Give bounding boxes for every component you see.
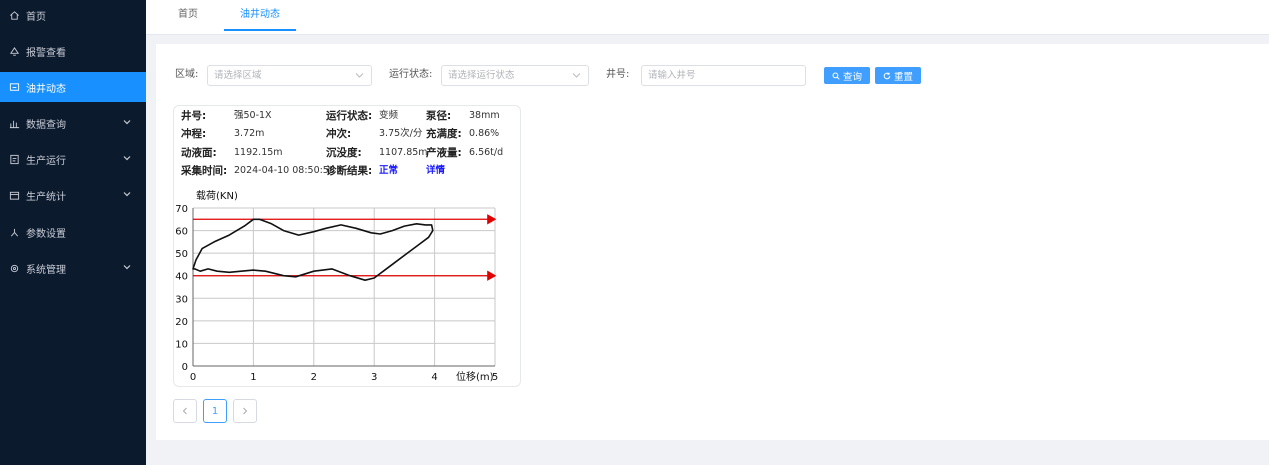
sidebar-item-label: 数据查询: [26, 119, 66, 131]
region-label: 区域:: [175, 69, 199, 80]
tab-home[interactable]: 首页: [167, 0, 209, 35]
dynamometer-curve: [192, 218, 434, 281]
chevron-right-icon: [243, 407, 248, 415]
query-button[interactable]: 查询: [824, 67, 870, 84]
status-select[interactable]: 请选择运行状态: [441, 65, 589, 86]
sidebar-item-data-query[interactable]: 数据查询: [0, 108, 146, 138]
stats-icon: [8, 189, 20, 201]
sidebar-item-home[interactable]: 首页: [0, 0, 146, 30]
sidebar-item-label: 首页: [26, 11, 46, 23]
y-tick-label: 10: [175, 339, 188, 350]
spm-value: 3.75次/分: [379, 128, 423, 139]
sidebar-item-production-run[interactable]: 生产运行: [0, 144, 146, 174]
y-tick-label: 70: [175, 204, 188, 215]
y-tick-label: 40: [175, 272, 188, 283]
y-axis-title: 载荷(KN): [196, 190, 238, 202]
sliders-icon: [8, 226, 20, 238]
y-tick-label: 0: [182, 362, 188, 373]
output-value: 6.56t/d: [469, 147, 504, 158]
reset-button[interactable]: 重置: [875, 67, 921, 84]
prev-page-button[interactable]: [173, 399, 197, 423]
query-button-label: 查询: [842, 71, 862, 83]
sidebar: 首页 报警查看 油井动态 数据查询 生产运行 生产统计 参数设置 系统管理: [0, 0, 146, 465]
collect-time-value: 2024-04-10 08:50:58: [234, 165, 335, 176]
dyn-level-value: 1192.15m: [234, 147, 283, 158]
chevron-down-icon: [355, 73, 364, 78]
dynamometer-chart: 0102030405060700 1 2 3 4 5载荷(KN)位移(m): [175, 190, 498, 383]
monitor-icon: [8, 81, 20, 93]
tab-well-dynamics[interactable]: 油井动态: [224, 0, 296, 35]
output-label: 产液量:: [426, 147, 462, 159]
x-tick-label: 1: [250, 372, 256, 383]
document-icon: [8, 153, 20, 165]
status-label: 运行状态:: [389, 69, 433, 80]
y-tick-label: 30: [175, 294, 188, 305]
diagnosis-value: 正常: [379, 165, 399, 176]
sidebar-item-label: 系统管理: [26, 264, 66, 276]
x-tick-label: 4: [431, 372, 437, 383]
x-axis-title: 位移(m): [456, 370, 494, 383]
run-status-value: 变频: [379, 110, 399, 121]
alarm-icon: [8, 45, 20, 57]
x-tick-label: 0: [190, 372, 196, 383]
region-placeholder: 请选择区域: [214, 70, 262, 81]
chevron-down-icon: [123, 265, 131, 270]
home-icon: [8, 9, 20, 21]
pump-dia-value: 38mm: [469, 110, 500, 121]
sidebar-item-alarm[interactable]: 报警查看: [0, 36, 146, 66]
dyn-level-label: 动液面:: [181, 147, 217, 159]
search-icon: [832, 72, 840, 80]
bar-chart-icon: [8, 117, 20, 129]
gear-icon: [8, 262, 20, 274]
fill-value: 0.86%: [469, 128, 500, 139]
diagnosis-label: 诊断结果:: [326, 165, 373, 177]
sidebar-item-production-stats[interactable]: 生产统计: [0, 180, 146, 210]
sidebar-item-label: 油井动态: [26, 83, 66, 95]
chevron-down-icon: [123, 156, 131, 161]
y-tick-label: 50: [175, 249, 188, 260]
region-select[interactable]: 请选择区域: [207, 65, 372, 86]
chevron-left-icon: [182, 407, 187, 415]
page-number-button[interactable]: 1: [203, 399, 227, 423]
status-placeholder: 请选择运行状态: [448, 70, 515, 81]
stroke-value: 3.72m: [234, 128, 265, 139]
sidebar-item-well-dynamics[interactable]: 油井动态: [0, 72, 146, 102]
sidebar-item-label: 生产运行: [26, 155, 66, 167]
next-page-button[interactable]: [233, 399, 257, 423]
detail-link[interactable]: 详情: [426, 163, 445, 179]
well-label: 井号:: [606, 69, 630, 80]
reset-button-label: 重置: [893, 71, 913, 83]
well-no-label: 井号:: [181, 110, 207, 122]
well-no-value: 强50-1X: [234, 110, 272, 121]
x-tick-label: 3: [371, 372, 377, 383]
submergence-label: 沉没度:: [326, 147, 362, 159]
fill-label: 充满度:: [426, 128, 462, 140]
sidebar-item-system-admin[interactable]: 系统管理: [0, 253, 146, 283]
chevron-down-icon: [572, 73, 581, 78]
x-tick-label: 2: [311, 372, 317, 383]
y-tick-label: 20: [175, 317, 188, 328]
stroke-label: 冲程:: [181, 128, 207, 140]
sidebar-item-param-settings[interactable]: 参数设置: [0, 217, 146, 247]
well-card: 井号: 强50-1X 运行状态: 变频 泵径: 38mm 冲程: 3.72m 冲…: [173, 105, 521, 387]
chevron-down-icon: [123, 120, 131, 125]
tab-bar: 首页 油井动态: [146, 0, 1269, 35]
run-status-label: 运行状态:: [326, 110, 373, 122]
y-tick-label: 60: [175, 227, 188, 238]
sidebar-item-label: 报警查看: [26, 47, 66, 59]
main-panel: 区域: 请选择区域 运行状态: 请选择运行状态 井号: 查询 重置 井号: 强5…: [156, 44, 1269, 440]
chevron-down-icon: [123, 192, 131, 197]
spm-label: 冲次:: [326, 128, 352, 140]
sidebar-item-label: 参数设置: [26, 228, 66, 240]
submergence-value: 1107.85m: [379, 147, 428, 158]
pump-dia-label: 泵径:: [426, 110, 452, 122]
collect-time-label: 采集时间:: [181, 165, 228, 177]
sidebar-item-label: 生产统计: [26, 191, 66, 203]
refresh-icon: [883, 72, 891, 79]
well-input[interactable]: [641, 65, 806, 86]
